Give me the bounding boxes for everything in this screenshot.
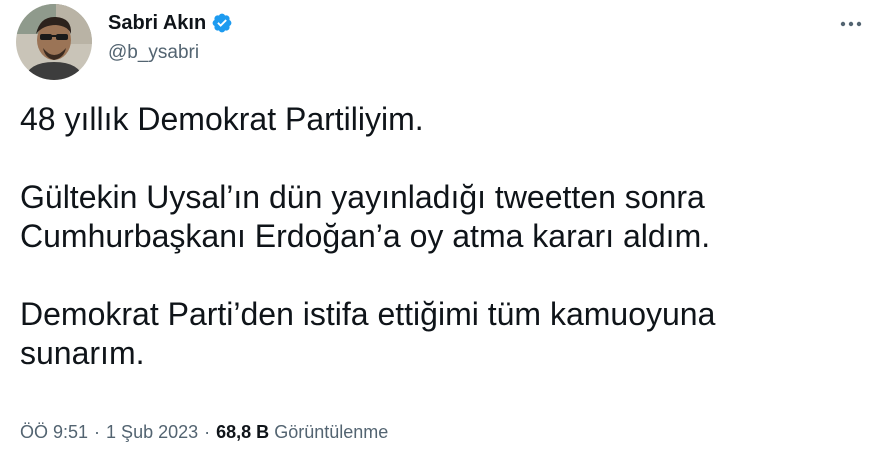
author-handle[interactable]: @b_ysabri — [108, 42, 199, 64]
tweet-paragraph: 48 yıllık Demokrat Partiliyim. — [20, 100, 860, 139]
avatar-image — [16, 4, 92, 80]
tweet-meta: ÖÖ 9:51 · 1 Şub 2023 · 68,8 B Görüntülen… — [20, 422, 388, 443]
tweet-line: Cumhurbaşkanı Erdoğan’a oy atma kararı a… — [20, 218, 711, 254]
more-options-icon — [840, 21, 862, 27]
views-label: Görüntülenme — [274, 422, 389, 442]
tweet-line: Demokrat Parti’den istifa ettiğimi tüm k… — [20, 296, 716, 332]
tweet-text: 48 yıllık Demokrat Partiliyim. Gültekin … — [20, 100, 860, 412]
avatar[interactable] — [16, 4, 92, 80]
tweet-line: 48 yıllık Demokrat Partiliyim. — [20, 101, 424, 137]
author-name-row: Sabri Akın — [108, 10, 233, 36]
meta-separator: · — [94, 422, 101, 442]
tweet-paragraph: Gültekin Uysal’ın dün yayınladığı tweett… — [20, 178, 860, 256]
meta-separator: · — [204, 422, 211, 442]
tweet-paragraph: Demokrat Parti’den istifa ettiğimi tüm k… — [20, 295, 860, 373]
tweet-line: sunarım. — [20, 335, 145, 371]
tweet-timestamp-date[interactable]: 1 Şub 2023 — [106, 422, 198, 443]
verified-badge-icon — [211, 12, 233, 34]
views-count: 68,8 B — [216, 422, 270, 442]
tweet-timestamp-time[interactable]: ÖÖ 9:51 — [20, 422, 88, 443]
more-options-button[interactable] — [834, 12, 868, 36]
tweet-card: Sabri Akın @b_ysabri 48 yıllık Demokrat … — [0, 0, 881, 470]
tweet-line: Gültekin Uysal’ın dün yayınladığı tweett… — [20, 179, 705, 215]
author-display-name[interactable]: Sabri Akın — [108, 12, 206, 35]
